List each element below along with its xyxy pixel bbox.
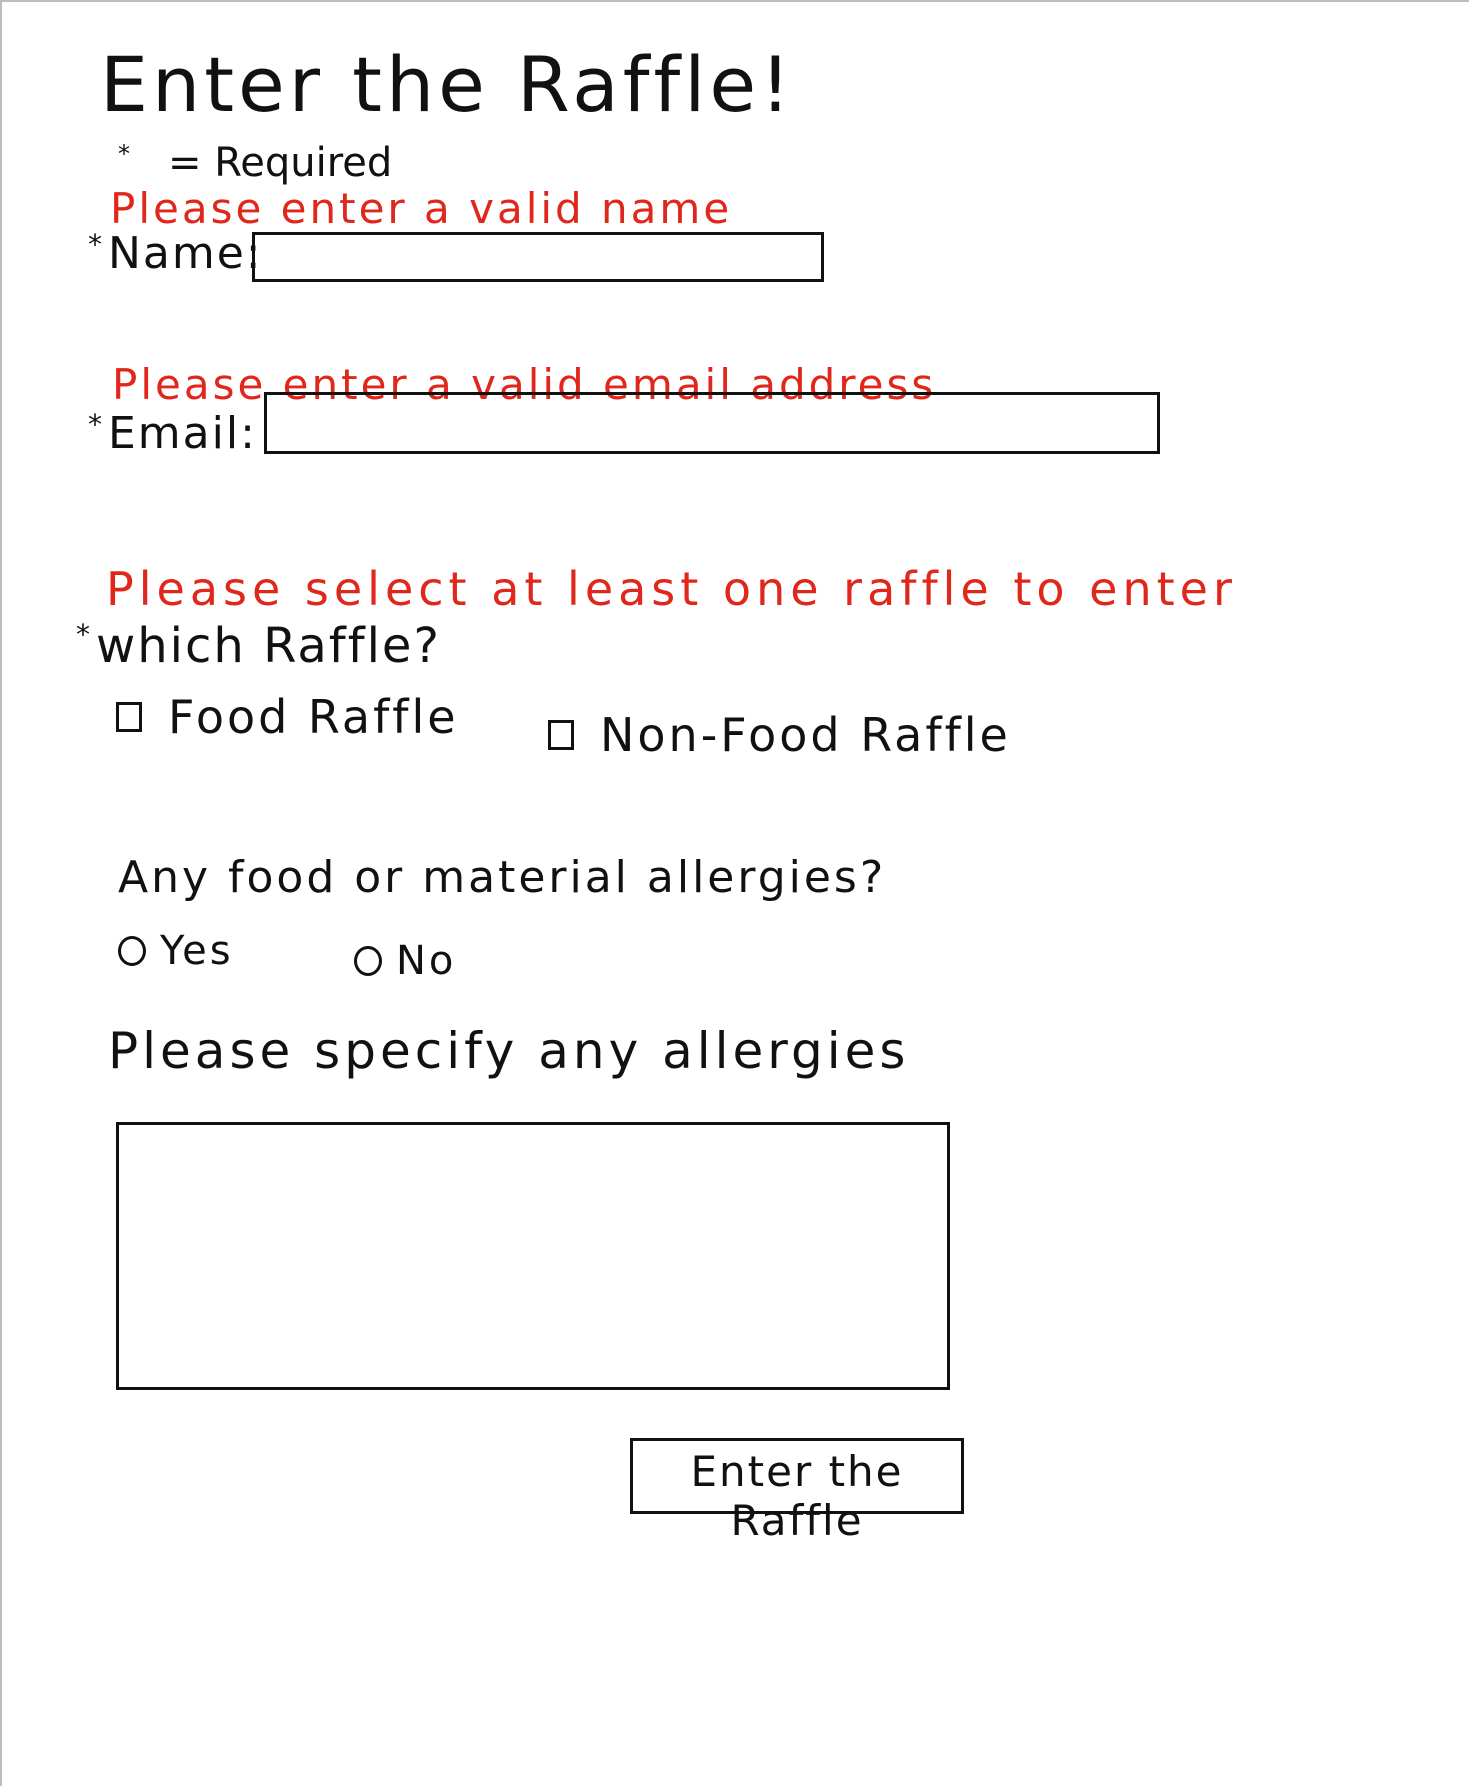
raffle-error-message: Please select at least one raffle to ent… — [106, 562, 1237, 616]
raffle-question: *which Raffle? — [76, 618, 441, 674]
non-food-raffle-label: Non-Food Raffle — [600, 708, 1011, 762]
non-food-raffle-option[interactable]: Non-Food Raffle — [548, 708, 1011, 762]
allergy-no-label: No — [396, 938, 457, 984]
food-raffle-option[interactable]: Food Raffle — [116, 690, 459, 744]
allergy-specify-textarea[interactable] — [116, 1122, 950, 1390]
name-input[interactable] — [252, 232, 824, 282]
email-label: *Email: — [88, 408, 257, 459]
non-food-raffle-checkbox[interactable] — [548, 720, 574, 750]
allergy-yes-radio[interactable] — [118, 936, 146, 966]
raffle-required-star: * — [76, 618, 92, 651]
allergy-yes-option[interactable]: Yes — [118, 928, 234, 974]
name-label: *Name: — [88, 228, 263, 279]
enter-raffle-button[interactable]: Enter the Raffle — [630, 1438, 964, 1545]
allergy-yes-label: Yes — [160, 928, 234, 974]
allergy-no-radio[interactable] — [354, 946, 382, 976]
name-error-message: Please enter a valid name — [110, 184, 733, 233]
allergy-question: Any food or material allergies? — [118, 852, 887, 903]
food-raffle-checkbox[interactable] — [116, 702, 142, 732]
name-required-star: * — [88, 228, 104, 261]
page-title: Enter the Raffle! — [100, 40, 795, 129]
raffle-question-text: which Raffle? — [96, 618, 441, 674]
allergy-no-option[interactable]: No — [354, 938, 456, 984]
required-legend-star: * — [118, 140, 130, 168]
allergy-specify-label: Please specify any allergies — [108, 1022, 910, 1080]
email-input[interactable] — [264, 392, 1160, 454]
food-raffle-label: Food Raffle — [168, 690, 459, 744]
required-legend-text: = Required — [168, 140, 393, 186]
email-label-text: Email: — [108, 408, 257, 459]
required-legend: * = Required — [118, 140, 392, 186]
email-required-star: * — [88, 408, 104, 441]
name-label-text: Name: — [108, 228, 263, 279]
